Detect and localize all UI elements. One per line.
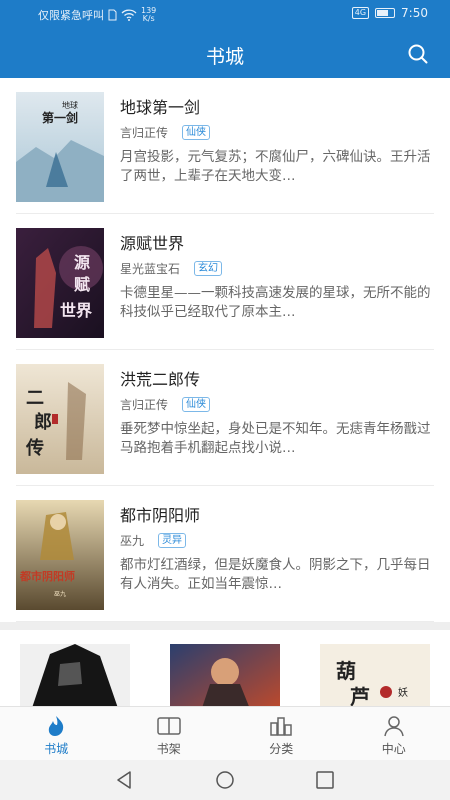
battery-icon (375, 8, 396, 18)
status-left: 仅限紧急呼叫 139 K/s (38, 7, 156, 23)
cover-text: 都市阴阳师 (19, 569, 75, 583)
genre-tag: 玄幻 (194, 261, 223, 276)
cover-text: 郎 (34, 411, 52, 433)
recent-apps-icon[interactable] (314, 769, 336, 791)
strip-book-cover[interactable] (20, 644, 130, 708)
book-author: 言归正传 (120, 126, 169, 140)
open-book-icon (157, 717, 181, 735)
user-icon (384, 716, 404, 737)
book-description: 卡德里星——一颗科技高速发展的星球，无所不能的科技似乎已经取代了原本主… (120, 285, 431, 320)
book-meta: 星光蓝宝石 玄幻 (120, 260, 223, 277)
book-item[interactable]: 二 郎 传 洪荒二郎传 言归正传 仙侠 垂死梦中惊坐起，身处已是不知年。无痣青年… (16, 350, 434, 486)
grid-category-icon (270, 717, 292, 736)
recommend-strip: 葫 芦 妖 (0, 630, 450, 708)
cover-image (20, 644, 130, 708)
book-title: 源赋世界 (120, 234, 185, 253)
cover-image: 第一剑 地球 (16, 92, 104, 202)
cover-image: 二 郎 传 (16, 364, 104, 474)
network-speed: 139 K/s (141, 7, 156, 23)
book-meta: 言归正传 仙侠 (120, 124, 211, 141)
book-item[interactable]: 都市阴阳师 巫九 都市阴阳师 巫九 灵异 都市灯红酒绿，但是妖魔食人。阴影之下，… (16, 486, 434, 622)
tab-bookshelf[interactable]: 书架 (113, 707, 226, 760)
speed-unit: K/s (142, 14, 155, 23)
cover-text: 源 (74, 253, 90, 272)
status-bar: 仅限紧急呼叫 139 K/s 4G 7:50 (0, 0, 450, 30)
genre-tag: 灵异 (158, 533, 187, 548)
book-meta: 言归正传 仙侠 (120, 396, 211, 413)
book-meta: 巫九 灵异 (120, 532, 187, 549)
cover-text: 世界 (60, 301, 92, 320)
book-title: 都市阴阳师 (120, 506, 201, 525)
cover-text: 芦 (350, 685, 370, 708)
back-icon[interactable] (114, 769, 136, 791)
carrier-text: 仅限紧急呼叫 (38, 9, 104, 22)
book-item[interactable]: 第一剑 地球 地球第一剑 言归正传 仙侠 月宫投影，元气复苏；不腐仙尸，六碑仙诀… (16, 78, 434, 214)
book-author: 言归正传 (120, 398, 169, 412)
book-list: 第一剑 地球 地球第一剑 言归正传 仙侠 月宫投影，元气复苏；不腐仙尸，六碑仙诀… (0, 78, 450, 622)
book-description: 月宫投影，元气复苏；不腐仙尸，六碑仙诀。王升活了两世，上辈子在天地大变… (120, 149, 431, 184)
bottom-tab-bar: 书城 书架 分类 中心 (0, 706, 450, 760)
book-title: 洪荒二郎传 (120, 370, 201, 389)
cover-text: 第一剑 (42, 110, 78, 125)
tab-center[interactable]: 中心 (338, 707, 450, 760)
app-header: 书城 (0, 30, 450, 78)
flame-icon (49, 716, 64, 736)
network-badge: 4G (351, 7, 370, 19)
cover-image: 葫 芦 妖 (320, 644, 430, 708)
section-divider (0, 622, 450, 630)
book-description: 垂死梦中惊坐起，身处已是不知年。无痣青年杨戬过马路抱着手机翻起点找小说… (120, 421, 431, 456)
cover-image: 源 赋 世界 (16, 228, 104, 338)
book-title: 地球第一剑 (120, 98, 201, 117)
book-cover: 都市阴阳师 巫九 (16, 500, 104, 610)
cover-image (170, 644, 280, 708)
cover-text: 葫 (336, 659, 356, 683)
tab-label: 书城 (44, 742, 69, 756)
book-item[interactable]: 源 赋 世界 源赋世界 星光蓝宝石 玄幻 卡德里星——一颗科技高速发展的星球，无… (16, 214, 434, 350)
tab-label: 书架 (156, 742, 181, 756)
tab-category[interactable]: 分类 (225, 707, 338, 760)
book-author: 巫九 (120, 534, 145, 548)
tab-label: 分类 (269, 742, 294, 756)
cover-text: 妖 (398, 686, 408, 699)
system-nav-bar (0, 760, 450, 800)
book-cover: 源 赋 世界 (16, 228, 104, 338)
book-cover: 第一剑 地球 (16, 92, 104, 202)
genre-tag: 仙侠 (182, 125, 211, 140)
cover-image: 都市阴阳师 巫九 (16, 500, 104, 610)
search-icon (408, 44, 428, 64)
wifi-icon (121, 9, 137, 21)
strip-book-cover[interactable]: 葫 芦 妖 (320, 644, 430, 708)
home-icon[interactable] (214, 769, 236, 791)
cover-text: 地球 (62, 100, 78, 110)
book-author: 星光蓝宝石 (120, 262, 181, 276)
genre-tag: 仙侠 (182, 397, 211, 412)
cover-text: 传 (25, 437, 44, 459)
strip-book-cover[interactable] (170, 644, 280, 708)
page-title: 书城 (205, 46, 244, 68)
book-description: 都市灯红酒绿，但是妖魔食人。阴影之下，几乎每日有人消失。正如当年震惊… (120, 557, 431, 592)
clock: 7:50 (401, 6, 428, 20)
book-cover: 二 郎 传 (16, 364, 104, 474)
sim-icon (108, 9, 117, 21)
search-button[interactable] (406, 42, 430, 66)
cover-text: 二 (26, 388, 44, 409)
tab-label: 中心 (381, 742, 406, 756)
status-right: 4G 7:50 (351, 6, 428, 20)
cover-text: 赋 (74, 275, 90, 294)
cover-text: 巫九 (54, 590, 66, 598)
tab-bookstore[interactable]: 书城 (0, 707, 113, 760)
